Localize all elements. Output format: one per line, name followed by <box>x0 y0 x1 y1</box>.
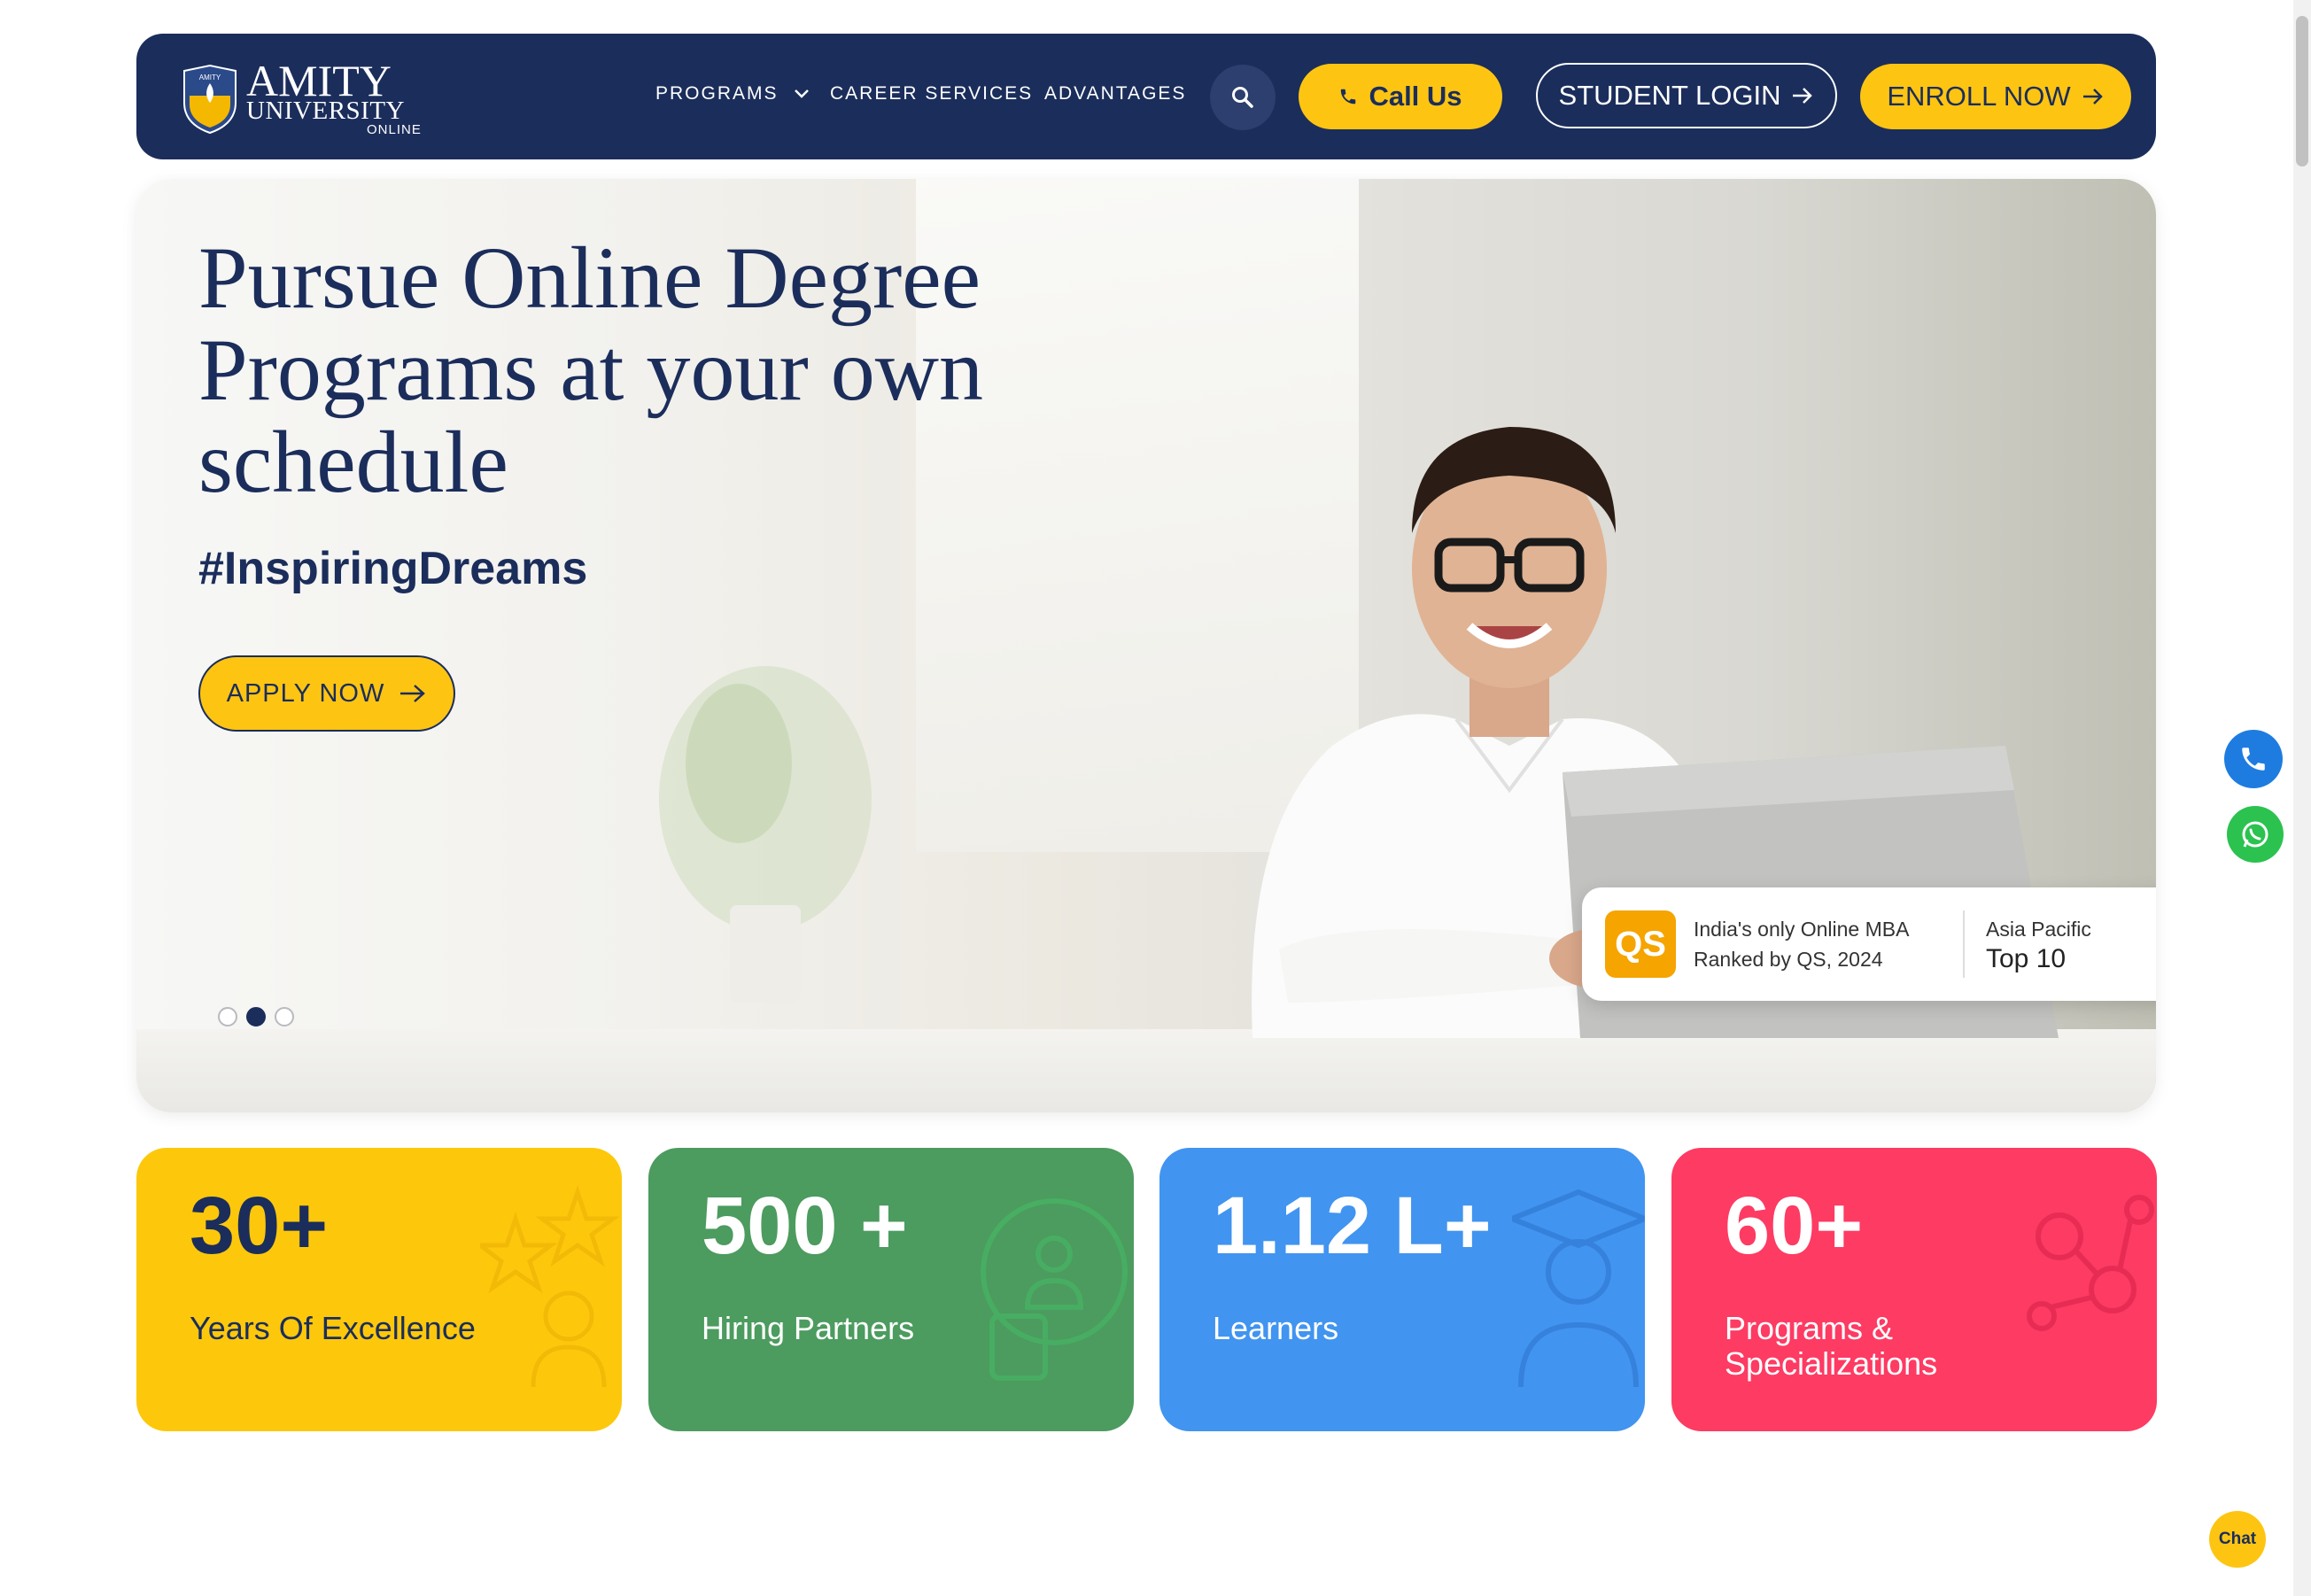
stat-value: 60+ <box>1725 1181 1864 1271</box>
floating-whatsapp-button[interactable] <box>2227 806 2284 863</box>
call-us-label: Call Us <box>1369 81 1462 112</box>
stat-label: Learners <box>1213 1310 1339 1346</box>
nav-career-services[interactable]: CAREER SERVICES <box>830 83 1033 105</box>
stat-card-hiring: 500 + Hiring Partners <box>648 1148 1134 1431</box>
student-login-button[interactable]: STUDENT LOGIN <box>1536 63 1837 128</box>
scrollbar-thumb[interactable] <box>2296 16 2308 167</box>
phone-icon <box>2242 748 2265 771</box>
amity-logo[interactable]: AMITY AMITY UNIVERSITY ONLINE <box>181 58 421 138</box>
nav-programs-label: PROGRAMS <box>655 83 779 104</box>
nav-programs[interactable]: PROGRAMS <box>655 83 810 105</box>
search-icon <box>1232 87 1253 108</box>
call-us-button[interactable]: Call Us <box>1299 64 1502 129</box>
stat-card-years: 30+ Years Of Excellence <box>136 1148 622 1431</box>
top-navbar: AMITY AMITY UNIVERSITY ONLINE PROGRAMS C… <box>136 34 2156 159</box>
floating-call-button[interactable] <box>2224 730 2283 788</box>
stat-value: 1.12 L+ <box>1213 1181 1492 1271</box>
qs-divider <box>1963 910 1965 978</box>
amity-shield-icon: AMITY <box>183 64 237 135</box>
stat-value: 30+ <box>190 1181 329 1271</box>
recruitment-icon <box>981 1198 1128 1381</box>
stars-person-icon <box>480 1185 620 1388</box>
stat-label: Programs & Specializations <box>1725 1310 1938 1382</box>
carousel-dots <box>218 1007 294 1027</box>
qs-region: Asia Pacific <box>1986 918 2091 941</box>
carousel-dot[interactable] <box>275 1007 294 1027</box>
qs-ranking-card: QS India's only Online MBA Ranked by QS,… <box>1582 887 2156 1001</box>
network-icon <box>2027 1195 2154 1331</box>
chat-button[interactable]: Chat <box>2209 1511 2266 1568</box>
whatsapp-icon <box>2242 821 2268 848</box>
enroll-now-label: ENROLL NOW <box>1887 81 2071 112</box>
stat-label: Hiring Partners <box>702 1310 915 1346</box>
svg-text:AMITY: AMITY <box>199 74 221 81</box>
apply-now-button[interactable]: APPLY NOW <box>198 655 455 732</box>
plant-image <box>659 666 872 1003</box>
student-login-label: STUDENT LOGIN <box>1558 80 1781 111</box>
chevron-down-icon <box>795 89 810 99</box>
enroll-now-button[interactable]: ENROLL NOW <box>1860 64 2131 129</box>
stat-card-programs: 60+ Programs & Specializations <box>1671 1148 2157 1431</box>
hero-title: Pursue Online Degree Programs at your ow… <box>198 229 983 511</box>
nav-advantages[interactable]: ADVANTAGES <box>1044 83 1186 105</box>
qs-line-1: India's only Online MBA <box>1694 918 1910 941</box>
stat-value: 500 + <box>702 1181 908 1271</box>
stat-card-learners: 1.12 L+ Learners <box>1159 1148 1645 1431</box>
carousel-dot-active[interactable] <box>246 1007 266 1027</box>
arrow-right-icon <box>1793 88 1813 104</box>
logo-online: ONLINE <box>367 122 422 137</box>
desk-surface <box>136 1029 2156 1112</box>
qs-line-2: Ranked by QS, 2024 <box>1694 948 1883 971</box>
qs-rank: Top 10 <box>1986 944 2067 973</box>
stat-label: Years Of Excellence <box>190 1310 476 1346</box>
carousel-dot[interactable] <box>218 1007 237 1027</box>
arrow-right-icon <box>400 685 426 702</box>
logo-subtitle: UNIVERSITY <box>246 97 405 125</box>
hero-tagline: #InspiringDreams <box>198 543 588 594</box>
qs-logo: QS <box>1605 910 1676 978</box>
phone-icon <box>1341 89 1356 105</box>
hero-banner: Pursue Online Degree Programs at your ow… <box>136 179 2156 1112</box>
apply-now-label: APPLY NOW <box>226 678 385 708</box>
search-button[interactable] <box>1210 65 1276 130</box>
page-scrollbar[interactable] <box>2293 0 2311 1596</box>
graduate-icon <box>1512 1189 1645 1388</box>
arrow-right-icon <box>2082 89 2103 105</box>
